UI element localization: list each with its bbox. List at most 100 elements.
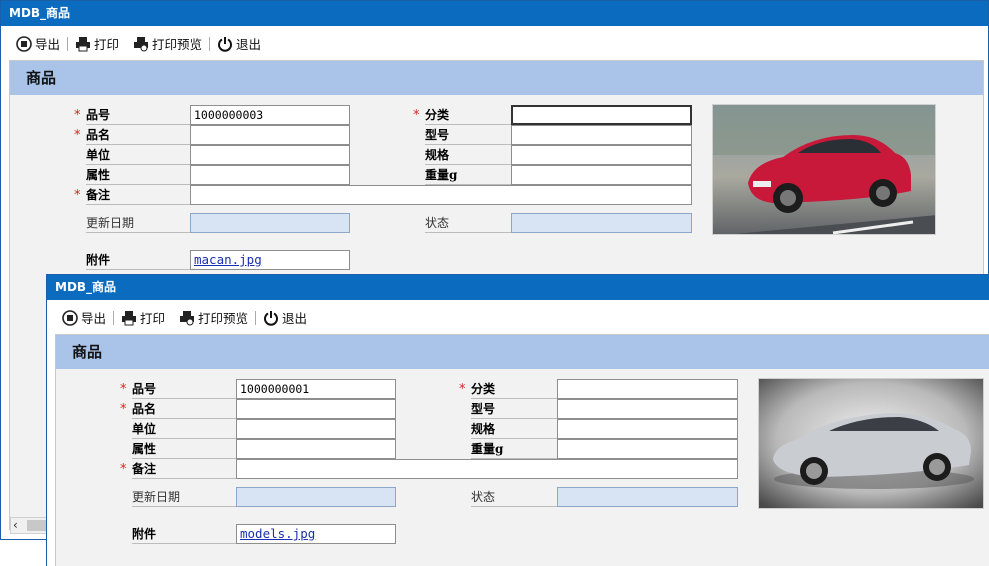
weight-field[interactable] [511, 165, 692, 185]
export-label: 导出 [35, 37, 61, 52]
status-field [557, 487, 738, 507]
print-preview-button[interactable]: 打印预览 [131, 34, 204, 53]
print-preview-icon [134, 36, 149, 51]
window-title: MDB_商品 [47, 275, 989, 300]
label-status: 状态 [471, 487, 557, 507]
label-item-name: 品名 [132, 399, 236, 419]
export-icon [62, 309, 78, 326]
remark-field[interactable] [190, 185, 692, 205]
label-spec: 规格 [425, 145, 511, 165]
red-car-image [713, 105, 935, 234]
label-attribute: 属性 [86, 165, 190, 185]
label-remark: 备注 [86, 185, 190, 205]
label-weight: 重量g [425, 165, 511, 185]
attachment-link[interactable]: macan.jpg [194, 252, 262, 267]
toolbar-divider [255, 310, 257, 325]
export-button[interactable]: 导出 [14, 34, 62, 53]
required-marker: * [74, 128, 81, 143]
front-window: MDB_商品 导出 打印 打印预览 退出 商品 * 品号 1000000001 … [46, 274, 989, 566]
print-label: 打印 [94, 37, 120, 52]
product-photo [712, 104, 936, 235]
window-title: MDB_商品 [1, 1, 988, 26]
attachment-link[interactable]: models.jpg [240, 526, 315, 541]
toolbar-divider [67, 36, 69, 51]
scroll-left-arrow-icon[interactable]: ‹ [13, 518, 18, 533]
exit-label: 退出 [282, 311, 308, 326]
model-field[interactable] [511, 125, 692, 145]
label-model: 型号 [425, 125, 511, 145]
category-field[interactable] [511, 105, 692, 125]
print-preview-icon [180, 310, 195, 325]
label-status: 状态 [425, 213, 511, 233]
label-item-no: 品号 [86, 105, 190, 125]
label-spec: 规格 [471, 419, 557, 439]
required-marker: * [74, 188, 81, 203]
scroll-thumb[interactable] [27, 520, 47, 531]
section-title: 商品 [56, 335, 989, 369]
toolbar-divider [113, 310, 115, 325]
label-item-no: 品号 [132, 379, 236, 399]
print-button[interactable]: 打印 [119, 308, 167, 327]
export-icon [16, 35, 32, 52]
label-item-name: 品名 [86, 125, 190, 145]
updated-field [236, 487, 396, 507]
toolbar: 导出 打印 打印预览 退出 [1, 26, 988, 61]
toolbar: 导出 打印 打印预览 退出 [47, 300, 989, 335]
item-name-field[interactable] [236, 399, 396, 419]
power-icon [218, 36, 233, 52]
print-button[interactable]: 打印 [73, 34, 121, 53]
section-title: 商品 [10, 61, 983, 95]
exit-button[interactable]: 退出 [215, 34, 263, 53]
required-marker: * [459, 382, 466, 397]
label-unit: 单位 [132, 419, 236, 439]
label-weight: 重量g [471, 439, 557, 459]
required-marker: * [120, 462, 127, 477]
spec-field[interactable] [511, 145, 692, 165]
attribute-field[interactable] [236, 439, 396, 459]
status-field [511, 213, 692, 233]
unit-field[interactable] [236, 419, 396, 439]
horizontal-scrollbar[interactable]: ‹ [10, 517, 47, 534]
label-model: 型号 [471, 399, 557, 419]
item-no-field[interactable]: 1000000001 [236, 379, 396, 399]
weight-field[interactable] [557, 439, 738, 459]
remark-field[interactable] [236, 459, 738, 479]
item-no-field[interactable]: 1000000003 [190, 105, 350, 125]
attribute-field[interactable] [190, 165, 350, 185]
category-field[interactable] [557, 379, 738, 399]
export-label: 导出 [81, 311, 107, 326]
label-attachment: 附件 [86, 250, 190, 270]
label-unit: 单位 [86, 145, 190, 165]
spec-field[interactable] [557, 419, 738, 439]
required-marker: * [413, 108, 420, 123]
required-marker: * [120, 382, 127, 397]
required-marker: * [74, 108, 81, 123]
print-preview-label: 打印预览 [198, 311, 249, 326]
form-panel: 商品 * 品号 1000000001 * 分类 * 品名 型号 单位 规格 属性… [55, 334, 989, 566]
print-label: 打印 [140, 311, 166, 326]
toolbar-divider [209, 36, 211, 51]
attachment-field: macan.jpg [190, 250, 350, 270]
label-attachment: 附件 [132, 524, 236, 544]
model-field[interactable] [557, 399, 738, 419]
label-updated: 更新日期 [86, 213, 190, 233]
label-category: 分类 [425, 105, 511, 125]
label-updated: 更新日期 [132, 487, 236, 507]
updated-field [190, 213, 350, 233]
export-button[interactable]: 导出 [60, 308, 108, 327]
product-photo [758, 378, 984, 509]
label-category: 分类 [471, 379, 557, 399]
exit-button[interactable]: 退出 [261, 308, 309, 327]
power-icon [264, 310, 279, 326]
printer-icon [122, 310, 137, 325]
label-remark: 备注 [132, 459, 236, 479]
silver-car-image [759, 379, 983, 508]
exit-label: 退出 [236, 37, 262, 52]
unit-field[interactable] [190, 145, 350, 165]
label-attribute: 属性 [132, 439, 236, 459]
item-name-field[interactable] [190, 125, 350, 145]
print-preview-label: 打印预览 [152, 37, 203, 52]
printer-icon [76, 36, 91, 51]
attachment-field: models.jpg [236, 524, 396, 544]
print-preview-button[interactable]: 打印预览 [177, 308, 250, 327]
